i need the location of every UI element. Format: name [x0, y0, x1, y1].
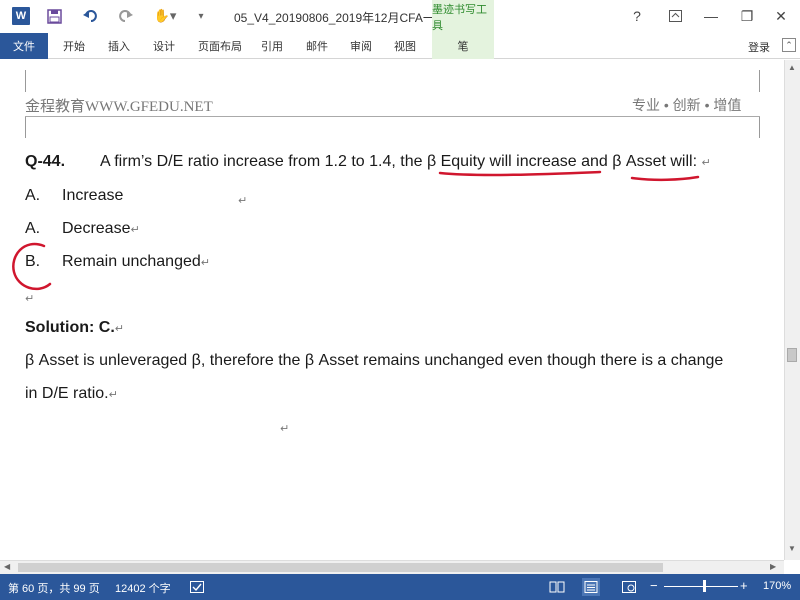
title-bar: W ✋▾ ▾ 05_V4_20190806_2019年12月CFA一级百题...…: [0, 0, 800, 33]
word-app-icon[interactable]: W: [12, 7, 30, 25]
ribbon-tab-bar: 文件 开始 插入 设计 页面布局 引用 邮件 审阅 视图 笔 登录 ⌃: [0, 33, 800, 59]
help-button[interactable]: ?: [622, 6, 652, 26]
web-layout-icon[interactable]: [620, 578, 638, 596]
zoom-slider-track[interactable]: [664, 586, 738, 587]
touch-mode-icon[interactable]: ✋▾: [150, 6, 180, 26]
question-text: A firm’s D/E ratio increase from 1.2 to …: [100, 153, 711, 171]
tab-page-layout[interactable]: 页面布局: [192, 33, 248, 59]
explanation-line: β Asset is unleveraged β, therefore the …: [25, 352, 724, 369]
explanation-text: in D/E ratio.: [25, 385, 109, 402]
paragraph-mark: ↵: [114, 323, 124, 335]
redo-icon[interactable]: [114, 6, 136, 26]
question-text-content: A firm’s D/E ratio increase from 1.2 to …: [100, 153, 698, 170]
page-header-right: 专业 • 创新 • 增值: [632, 97, 742, 113]
paragraph-mark: ↵: [238, 195, 248, 207]
vertical-scrollbar[interactable]: ▲ ▼: [784, 60, 800, 560]
page-count[interactable]: 第 60 页，共 99 页: [8, 580, 100, 596]
status-bar: 第 60 页，共 99 页 12402 个字 − + 170%: [0, 574, 800, 600]
print-layout-icon[interactable]: [582, 578, 600, 596]
minimize-button[interactable]: —: [696, 6, 726, 26]
option-text-content: Decrease: [62, 220, 131, 237]
scroll-up-icon[interactable]: ▲: [788, 63, 796, 72]
scroll-left-icon[interactable]: ◀: [4, 562, 10, 571]
option-letter: B.: [25, 253, 41, 270]
tab-insert[interactable]: 插入: [101, 33, 137, 59]
tab-file[interactable]: 文件: [0, 33, 48, 59]
close-button[interactable]: ✕: [766, 6, 796, 26]
zoom-slider-thumb[interactable]: [703, 580, 706, 592]
option-letter: A.: [25, 220, 41, 237]
login-link[interactable]: 登录: [748, 39, 770, 55]
zoom-in-button[interactable]: +: [740, 578, 748, 593]
paragraph-mark: ↵: [130, 224, 140, 236]
paragraph-mark: ↵: [25, 293, 35, 305]
vertical-scroll-thumb[interactable]: [787, 348, 797, 362]
tab-design[interactable]: 设计: [146, 33, 182, 59]
tab-review[interactable]: 审阅: [343, 33, 379, 59]
ink-annotations: [12, 170, 700, 291]
ink-underline-equity: [438, 170, 602, 177]
crop-mark: [759, 70, 760, 92]
tab-references[interactable]: 引用: [254, 33, 290, 59]
collapse-ribbon-icon[interactable]: ⌃: [782, 38, 796, 52]
paragraph-mark: ↵: [280, 423, 290, 435]
ink-tools-context-label: 墨迹书写工具: [432, 0, 494, 33]
horizontal-scroll-thumb[interactable]: [18, 563, 663, 572]
zoom-out-button[interactable]: −: [650, 578, 658, 593]
restore-button[interactable]: ❐: [732, 6, 762, 26]
question-number: Q-44.: [25, 153, 66, 170]
option-text: Increase: [62, 187, 124, 204]
tab-home[interactable]: 开始: [56, 33, 92, 59]
paragraph-mark: ↵: [701, 157, 711, 169]
solution-heading: Solution: C.↵: [25, 319, 124, 337]
header-rule: [25, 116, 760, 117]
crop-mark: [25, 70, 26, 92]
word-count[interactable]: 12402 个字: [115, 580, 171, 596]
explanation-line: in D/E ratio.↵: [25, 385, 118, 403]
customize-toolbar-icon[interactable]: ▾: [194, 6, 208, 26]
page-header-left: 金程教育WWW.GFEDU.NET: [25, 99, 213, 115]
tab-view[interactable]: 视图: [387, 33, 423, 59]
document-page[interactable]: 金程教育WWW.GFEDU.NET 专业 • 创新 • 增值 Q-44. A f…: [0, 60, 784, 560]
option-text: Decrease↵: [62, 220, 140, 238]
scroll-down-icon[interactable]: ▼: [788, 544, 796, 553]
undo-icon[interactable]: [80, 6, 102, 26]
tab-mailings[interactable]: 邮件: [299, 33, 335, 59]
save-icon[interactable]: [44, 6, 64, 26]
option-text: Remain unchanged↵: [62, 253, 210, 271]
scroll-right-icon[interactable]: ▶: [770, 562, 776, 571]
paragraph-mark: ↵: [200, 257, 210, 269]
paragraph-mark: ↵: [108, 389, 118, 401]
ink-underline-asset: [630, 175, 700, 182]
tab-pen[interactable]: 笔: [432, 33, 494, 59]
read-mode-icon[interactable]: [548, 578, 566, 596]
option-text-content: Remain unchanged: [62, 253, 201, 270]
option-letter: A.: [25, 187, 41, 204]
crop-mark: [25, 116, 26, 138]
proofing-icon[interactable]: [188, 578, 206, 596]
crop-mark: [759, 116, 760, 138]
zoom-level[interactable]: 170%: [763, 580, 791, 592]
solution-text: Solution: C.: [25, 319, 115, 336]
ribbon-display-options-icon[interactable]: [660, 6, 690, 26]
